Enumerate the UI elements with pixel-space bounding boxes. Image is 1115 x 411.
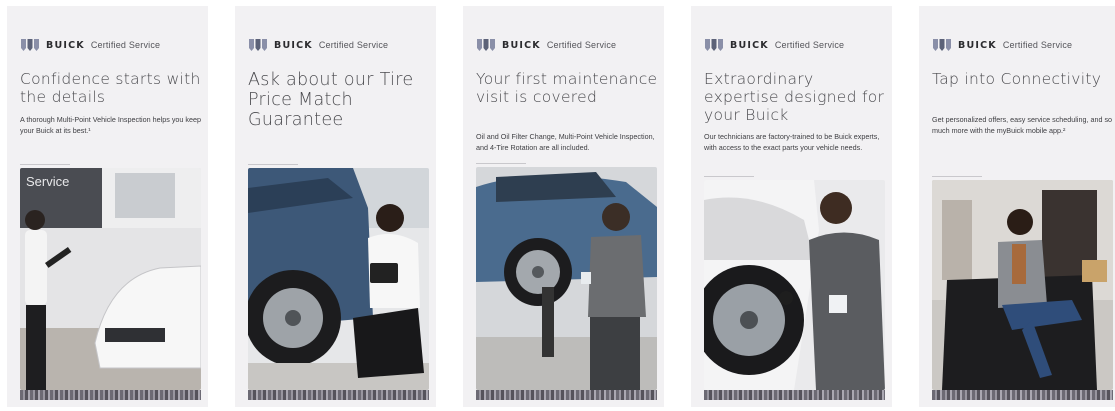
promo-card-inspection[interactable]: BUICK Certified Service Confidence start… [7, 6, 208, 407]
card-body: Our technicians are factory-trained to b… [704, 132, 880, 152]
brand-name: BUICK [730, 39, 769, 51]
image-strip [932, 390, 1113, 400]
divider [704, 176, 754, 177]
divider [20, 164, 70, 165]
brand-name: BUICK [502, 39, 541, 51]
buick-tri-shield-icon [249, 39, 267, 51]
photo-vehicle-lift [476, 167, 657, 390]
brand-suffix: Certified Service [318, 40, 389, 50]
buick-tri-shield-icon [705, 39, 723, 51]
photo-advisor-tablet: Service [20, 168, 201, 390]
buick-tri-shield-icon [933, 39, 951, 51]
image-strip [476, 390, 657, 400]
photo-sign-text: Service [26, 174, 69, 189]
promo-card-row: BUICK Certified Service Confidence start… [0, 0, 1115, 411]
brand-suffix: Certified Service [90, 40, 161, 50]
brand-name: BUICK [46, 39, 85, 51]
promo-card-tire-price-match[interactable]: BUICK Certified Service Ask about our Ti… [235, 6, 436, 407]
buick-tri-shield-icon [477, 39, 495, 51]
buick-logo: BUICK Certified Service [20, 37, 160, 53]
brand-suffix: Certified Service [774, 40, 845, 50]
card-headline: Ask about our Tire Price Match Guarantee [248, 70, 414, 130]
buick-logo: BUICK Certified Service [476, 37, 616, 53]
card-headline: Tap into Connectivity [932, 70, 1102, 88]
divider [476, 163, 526, 164]
photo-tire-inspection [248, 168, 429, 390]
card-body: Get personalized offers, easy service sc… [932, 115, 1113, 135]
card-body: A thorough Multi-Point Vehicle Inspectio… [20, 115, 201, 135]
buick-tri-shield-icon [21, 39, 39, 51]
brand-suffix: Certified Service [1002, 40, 1073, 50]
card-headline: Confidence starts with the details [20, 70, 201, 106]
divider [248, 164, 298, 165]
photo-technician-wheel [704, 180, 885, 390]
promo-card-connectivity[interactable]: BUICK Certified Service Tap into Connect… [919, 6, 1115, 407]
card-headline: Your first maintenance visit is covered [476, 70, 658, 106]
buick-logo: BUICK Certified Service [248, 37, 388, 53]
card-headline: Extraordinary expertise designed for you… [704, 70, 885, 124]
promo-card-expertise[interactable]: BUICK Certified Service Extraordinary ex… [691, 6, 892, 407]
promo-card-first-maintenance[interactable]: BUICK Certified Service Your first maint… [463, 6, 664, 407]
brand-name: BUICK [274, 39, 313, 51]
card-body: Oil and Oil Filter Change, Multi-Point V… [476, 132, 655, 152]
image-strip [248, 390, 429, 400]
buick-logo: BUICK Certified Service [704, 37, 844, 53]
brand-suffix: Certified Service [546, 40, 617, 50]
divider [932, 176, 982, 177]
photo-customer-lounge [932, 180, 1113, 390]
image-strip [704, 390, 885, 400]
brand-name: BUICK [958, 39, 997, 51]
image-strip [20, 390, 201, 400]
buick-logo: BUICK Certified Service [932, 37, 1072, 53]
